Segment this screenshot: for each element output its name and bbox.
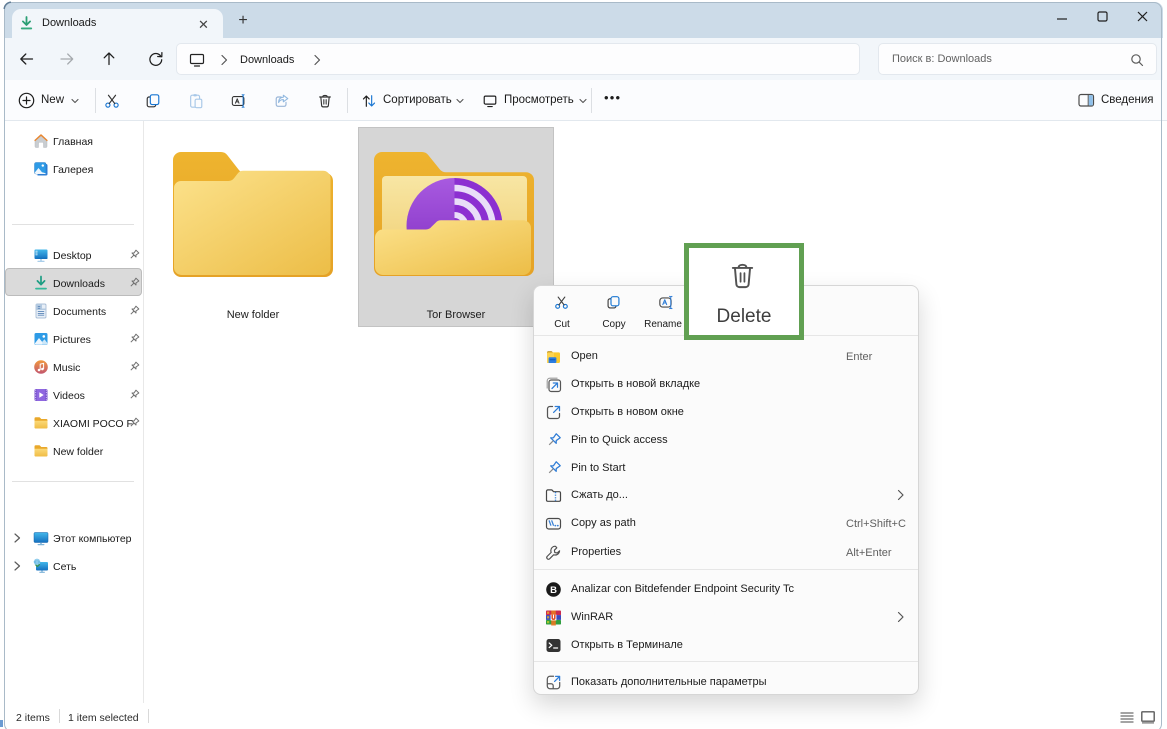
svg-text:B: B bbox=[550, 585, 557, 596]
